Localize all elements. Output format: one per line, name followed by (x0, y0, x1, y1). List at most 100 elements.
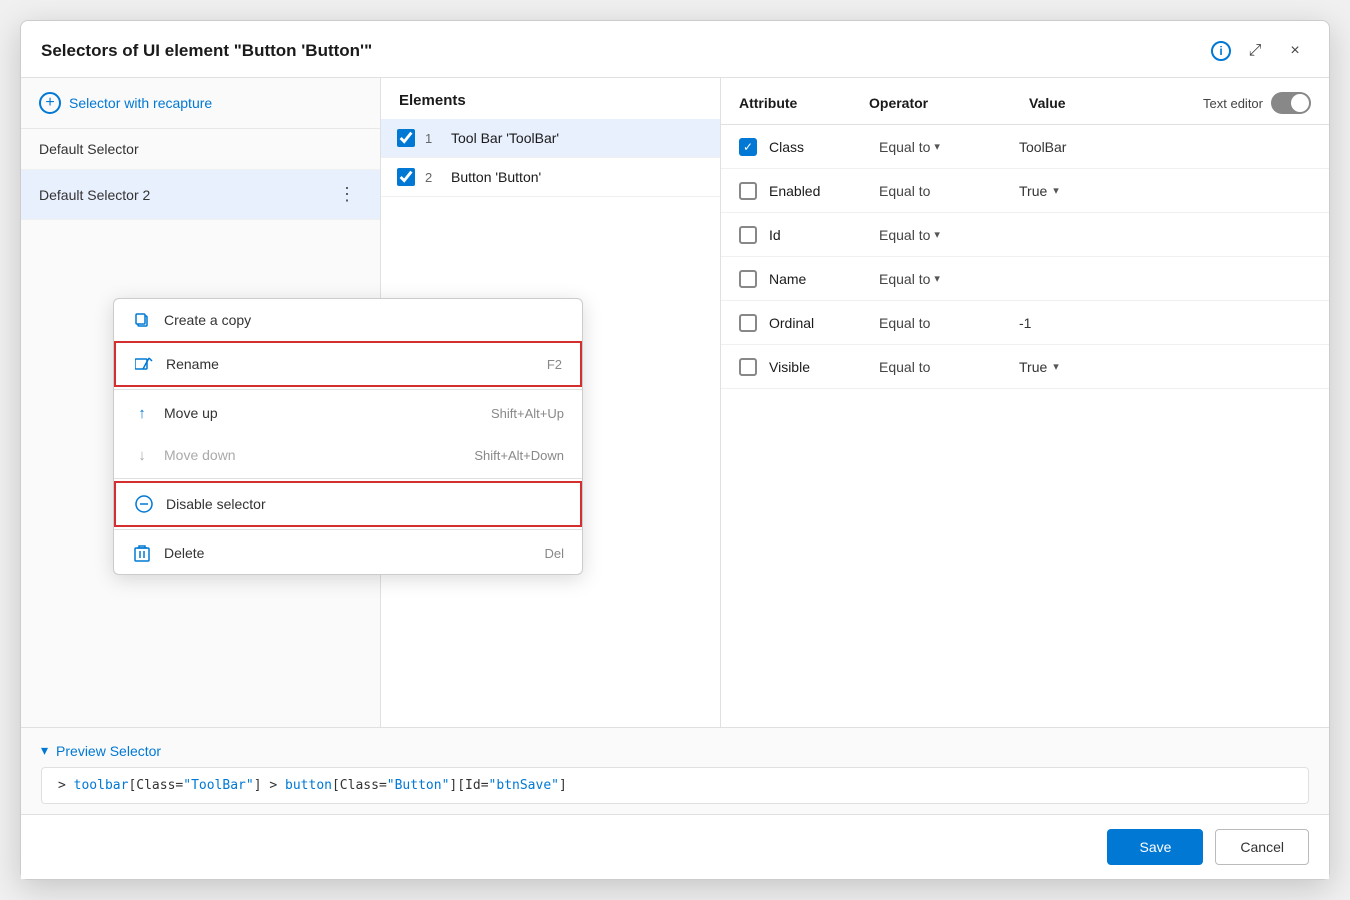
save-button[interactable]: Save (1107, 829, 1203, 865)
ctx-move-up-shortcut: Shift+Alt+Up (491, 406, 564, 421)
attr-checkbox-ordinal[interactable] (739, 314, 757, 332)
text-editor-label: Text editor (1203, 96, 1263, 111)
element-name-1: Tool Bar 'ToolBar' (451, 130, 559, 146)
col-header-operator: Operator (869, 95, 1029, 111)
preview-value-button-class: "Button" (387, 778, 450, 793)
col-header-attribute: Attribute (739, 95, 869, 111)
expand-icon[interactable]: ⤢ (1241, 37, 1269, 65)
selector-item-label-1: Default Selector (39, 141, 139, 157)
attr-checkbox-id[interactable] (739, 226, 757, 244)
element-row-1[interactable]: 1 Tool Bar 'ToolBar' (381, 119, 720, 158)
chevron-enabled[interactable]: ▾ (1053, 184, 1059, 197)
rename-icon (134, 354, 154, 374)
ctx-rename[interactable]: Rename F2 (114, 341, 582, 387)
attr-value-visible: True ▾ (1019, 359, 1311, 375)
selector-item-1[interactable]: Default Selector (21, 129, 380, 170)
attr-name-visible: Visible (769, 359, 879, 375)
attr-row-visible: Visible Equal to True ▾ (721, 345, 1329, 389)
preview-value-button-id: "btnSave" (489, 778, 559, 793)
attr-checkbox-name[interactable] (739, 270, 757, 288)
minus-circle-icon (134, 494, 154, 514)
toggle-knob (1291, 94, 1309, 112)
header-actions: ⤢ × (1241, 37, 1309, 65)
attr-name-ordinal: Ordinal (769, 315, 879, 331)
chevron-name[interactable]: ▾ (934, 272, 940, 285)
attr-operator-ordinal: Equal to (879, 315, 1019, 331)
dialog-footer: Save Cancel (21, 814, 1329, 879)
ctx-move-down-shortcut: Shift+Alt+Down (474, 448, 564, 463)
element-checkbox-1[interactable] (397, 129, 415, 147)
element-row-2[interactable]: 2 Button 'Button' (381, 158, 720, 197)
context-menu: Create a copy Rename F2 ↑ Move up Shift+… (113, 298, 583, 575)
add-selector-label: Selector with recapture (69, 95, 212, 111)
attr-value-ordinal: -1 (1019, 315, 1311, 331)
arrow-down-icon: ↓ (132, 445, 152, 465)
right-panel-header: Attribute Operator Value Text editor (721, 78, 1329, 125)
col-header-value: Value (1029, 95, 1203, 111)
selector-dots-button-2[interactable]: ⋮ (332, 182, 362, 207)
attr-name-class: Class (769, 139, 879, 155)
selector-item-2[interactable]: Default Selector 2 ⋮ (21, 170, 380, 220)
ctx-rename-label: Rename (166, 356, 219, 372)
attr-operator-class: Equal to ▾ (879, 139, 1019, 155)
plus-icon: + (39, 92, 61, 114)
ctx-create-copy-label: Create a copy (164, 312, 251, 328)
attr-checkbox-class[interactable]: ✓ (739, 138, 757, 156)
info-icon[interactable]: i (1211, 41, 1231, 61)
preview-keyword-button: button (285, 778, 332, 793)
ctx-create-copy[interactable]: Create a copy (114, 299, 582, 341)
center-panel-header: Elements (381, 78, 720, 119)
chevron-visible[interactable]: ▾ (1053, 360, 1059, 373)
ctx-rename-shortcut: F2 (547, 357, 562, 372)
dialog-body: + Selector with recapture Default Select… (21, 78, 1329, 727)
attr-row-class: ✓ Class Equal to ▾ ToolBar (721, 125, 1329, 169)
ctx-move-down[interactable]: ↓ Move down Shift+Alt+Down (114, 434, 582, 476)
right-panel: Attribute Operator Value Text editor ✓ C… (721, 78, 1329, 727)
trash-icon (132, 543, 152, 563)
attr-name-id: Id (769, 227, 879, 243)
attr-operator-visible: Equal to (879, 359, 1019, 375)
attr-name-name: Name (769, 271, 879, 287)
preview-keyword-toolbar: toolbar (74, 778, 129, 793)
chevron-class[interactable]: ▾ (934, 140, 940, 153)
element-num-1: 1 (425, 131, 441, 146)
ctx-separator-2 (114, 478, 582, 479)
chevron-id[interactable]: ▾ (934, 228, 940, 241)
selector-item-label-2: Default Selector 2 (39, 187, 150, 203)
attr-checkbox-enabled[interactable] (739, 182, 757, 200)
attr-row-ordinal: Ordinal Equal to -1 (721, 301, 1329, 345)
add-selector-button[interactable]: + Selector with recapture (21, 78, 380, 129)
attr-name-enabled: Enabled (769, 183, 879, 199)
ctx-move-down-label: Move down (164, 447, 236, 463)
ctx-move-up[interactable]: ↑ Move up Shift+Alt+Up (114, 392, 582, 434)
ctx-disable[interactable]: Disable selector (114, 481, 582, 527)
attr-value-class: ToolBar (1019, 139, 1311, 155)
element-checkbox-2[interactable] (397, 168, 415, 186)
preview-header[interactable]: ▾ Preview Selector (41, 742, 1309, 759)
preview-header-label: Preview Selector (56, 743, 161, 759)
ctx-disable-label: Disable selector (166, 496, 266, 512)
attr-operator-id: Equal to ▾ (879, 227, 1019, 243)
ctx-delete-label: Delete (164, 545, 204, 561)
cancel-button[interactable]: Cancel (1215, 829, 1309, 865)
ctx-move-up-label: Move up (164, 405, 218, 421)
element-name-2: Button 'Button' (451, 169, 541, 185)
attr-operator-enabled: Equal to (879, 183, 1019, 199)
dialog-header: Selectors of UI element "Button 'Button'… (21, 21, 1329, 78)
dialog: Selectors of UI element "Button 'Button'… (20, 20, 1330, 880)
preview-value-toolbar-class: "ToolBar" (183, 778, 253, 793)
preview-content: > toolbar[Class="ToolBar"] > button[Clas… (41, 767, 1309, 804)
close-icon[interactable]: × (1281, 37, 1309, 65)
attr-value-enabled: True ▾ (1019, 183, 1311, 199)
left-panel: + Selector with recapture Default Select… (21, 78, 381, 727)
text-editor-toggle[interactable] (1271, 92, 1311, 114)
preview-area: ▾ Preview Selector > toolbar[Class="Tool… (21, 727, 1329, 814)
ctx-delete[interactable]: Delete Del (114, 532, 582, 574)
attr-row-name: Name Equal to ▾ (721, 257, 1329, 301)
attr-checkbox-visible[interactable] (739, 358, 757, 376)
ctx-delete-shortcut: Del (544, 546, 564, 561)
attr-operator-name: Equal to ▾ (879, 271, 1019, 287)
copy-icon (132, 310, 152, 330)
attr-row-enabled: Enabled Equal to True ▾ (721, 169, 1329, 213)
text-editor-row: Text editor (1203, 92, 1311, 114)
